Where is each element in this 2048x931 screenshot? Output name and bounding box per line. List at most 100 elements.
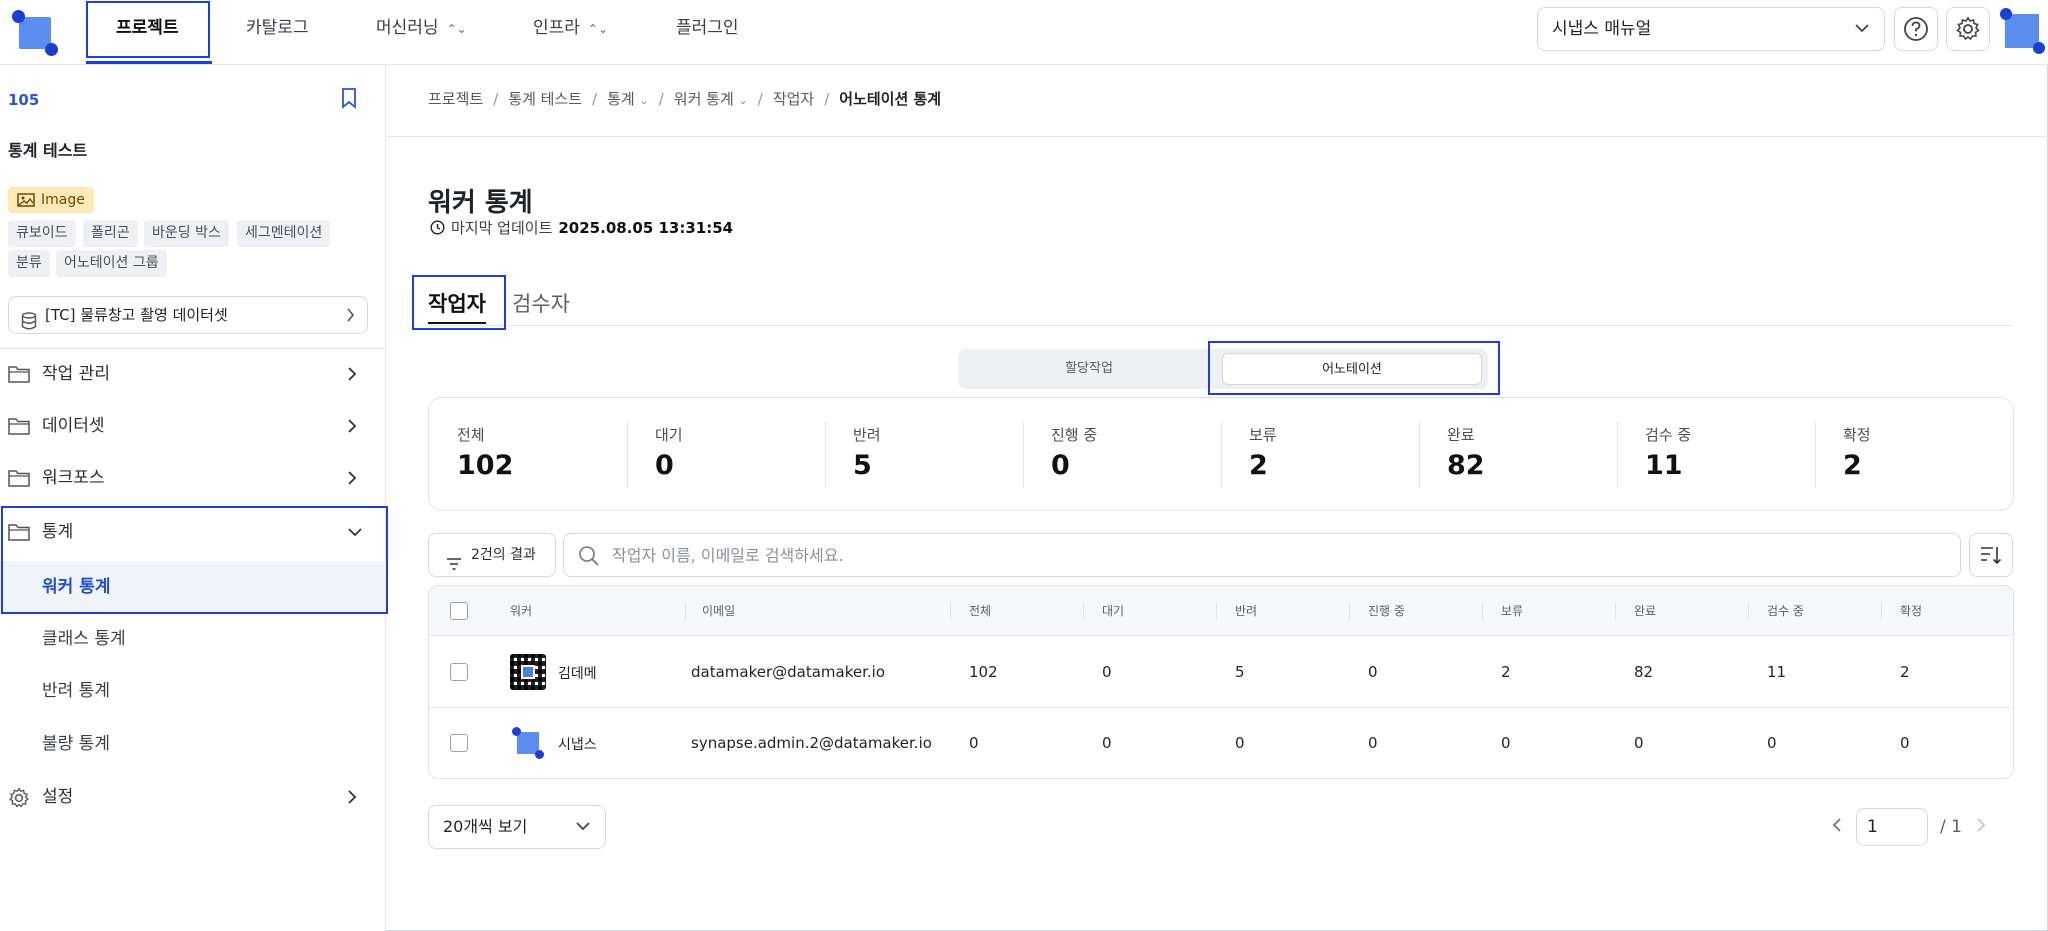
chevron-right-icon bbox=[346, 788, 358, 810]
segment-annotation[interactable]: 어노테이션 bbox=[1222, 353, 1482, 385]
worker-email: datamaker@datamaker.io bbox=[691, 663, 886, 681]
per-page-select[interactable]: 20개씩 보기 bbox=[428, 805, 606, 849]
breadcrumb-project[interactable]: 통계 테스트 bbox=[508, 88, 582, 109]
column-header-rejected[interactable]: 반려 bbox=[1235, 586, 1257, 636]
row-checkbox[interactable] bbox=[450, 734, 468, 752]
chevron-down-icon: ⌄ bbox=[639, 94, 649, 107]
cell-completed: 0 bbox=[1634, 734, 1644, 752]
sidebar-item-reject-stats[interactable]: 반려 통계 bbox=[0, 665, 386, 717]
sidebar-item-workforce[interactable]: 워크포스 bbox=[0, 452, 386, 504]
column-header-on-hold[interactable]: 보류 bbox=[1501, 586, 1523, 636]
chevron-down-icon: ⌄ bbox=[738, 94, 748, 107]
data-type-badge: Image bbox=[8, 187, 94, 213]
sidebar-item-defect-stats[interactable]: 불량 통계 bbox=[0, 718, 386, 770]
cell-reviewing: 0 bbox=[1767, 734, 1777, 752]
stat-total: 전체 102 bbox=[457, 426, 514, 481]
user-avatar[interactable] bbox=[2000, 8, 2046, 54]
help-icon bbox=[1904, 17, 1928, 41]
bookmark-icon[interactable] bbox=[338, 87, 360, 113]
next-page-button[interactable] bbox=[1974, 815, 1988, 839]
active-nav-underline bbox=[86, 61, 212, 64]
nav-projects[interactable]: 프로젝트 bbox=[116, 0, 179, 58]
tab-reviewer[interactable]: 검수자 bbox=[512, 288, 570, 318]
stat-rejected: 반려 5 bbox=[825, 398, 1023, 512]
sidebar-item-settings[interactable]: 설정 bbox=[0, 771, 386, 823]
tag-segmentation: 세그멘테이션 bbox=[237, 220, 331, 247]
pagination: / 1 bbox=[1830, 808, 1988, 846]
chevron-right-icon bbox=[346, 469, 358, 491]
cell-waiting: 0 bbox=[1102, 663, 1112, 681]
filter-icon bbox=[445, 547, 463, 589]
chevron-left-icon bbox=[1832, 818, 1841, 832]
top-navigation-bar: 프로젝트 카탈로그 머신러닝 ⌃⌄ 인프라 ⌃⌄ 플러그인 시냅스 매뉴얼 bbox=[0, 0, 2048, 65]
column-header-total[interactable]: 전체 bbox=[969, 586, 991, 636]
table-row[interactable]: 김데메 datamaker@datamaker.io 102 0 5 0 2 8… bbox=[429, 637, 2013, 708]
chevron-updown-icon: ⌃⌄ bbox=[587, 22, 609, 36]
folder-icon bbox=[8, 468, 30, 492]
sidebar-item-statistics[interactable]: 통계 bbox=[0, 506, 386, 558]
nav-machine-learning[interactable]: 머신러닝 ⌃⌄ bbox=[376, 0, 467, 58]
page-total: / 1 bbox=[1940, 817, 1962, 837]
worker-table: 워커 이메일 전체 대기 반려 진행 중 보류 완료 검수 중 확정 김데메 d… bbox=[428, 585, 2014, 779]
worker-name: 시냅스 bbox=[558, 737, 597, 753]
dataset-link[interactable]: [TC] 물류창고 촬영 데이터셋 bbox=[8, 296, 368, 334]
breadcrumb-worker-stats[interactable]: 워커 통계 ⌄ bbox=[674, 88, 748, 109]
search-icon bbox=[578, 545, 600, 571]
tab-worker[interactable]: 작업자 bbox=[428, 288, 486, 318]
prev-page-button[interactable] bbox=[1830, 815, 1844, 839]
cell-completed: 82 bbox=[1634, 663, 1654, 681]
select-all-checkbox[interactable] bbox=[450, 602, 468, 620]
app-logo[interactable] bbox=[12, 10, 58, 56]
active-tab-underline bbox=[428, 322, 486, 324]
column-header-completed[interactable]: 완료 bbox=[1634, 586, 1656, 636]
nav-infra[interactable]: 인프라 ⌃⌄ bbox=[533, 0, 608, 58]
cell-on-hold: 2 bbox=[1501, 663, 1511, 681]
column-header-confirmed[interactable]: 확정 bbox=[1900, 586, 1922, 636]
folder-icon bbox=[8, 364, 30, 388]
help-button[interactable] bbox=[1894, 7, 1938, 51]
worker-avatar bbox=[510, 654, 546, 690]
chevron-right-icon bbox=[346, 417, 358, 439]
stat-reviewing: 검수 중 11 bbox=[1617, 398, 1815, 512]
nav-catalog[interactable]: 카탈로그 bbox=[246, 0, 309, 58]
segment-assigned-tasks[interactable]: 할당작업 bbox=[958, 349, 1220, 389]
project-name: 통계 테스트 bbox=[8, 141, 88, 160]
sort-button[interactable] bbox=[1969, 533, 2013, 577]
sidebar-item-datasets[interactable]: 데이터셋 bbox=[0, 400, 386, 452]
chevron-down-icon bbox=[346, 523, 364, 545]
view-segment-control: 할당작업 어노테이션 bbox=[958, 349, 1488, 389]
row-checkbox[interactable] bbox=[450, 663, 468, 681]
stats-summary: 전체 102 대기 0 반려 5 진행 중0 보류 2 완료 82 검수 중 11 확정 2 bbox=[428, 397, 2014, 511]
gear-icon bbox=[8, 787, 30, 813]
project-id: 105 bbox=[8, 91, 40, 109]
sidebar-item-worker-stats[interactable]: 워커 통계 bbox=[0, 561, 386, 613]
table-row[interactable]: 시냅스 synapse.admin.2@datamaker.io 0 0 0 0… bbox=[429, 708, 2013, 778]
cell-confirmed: 0 bbox=[1900, 734, 1910, 752]
role-tabs: 작업자 검수자 bbox=[428, 280, 2014, 326]
breadcrumb-worker[interactable]: 작업자 bbox=[773, 88, 814, 109]
filter-button[interactable]: 2건의 결과 bbox=[428, 533, 556, 577]
settings-button[interactable] bbox=[1946, 7, 1990, 51]
column-header-reviewing[interactable]: 검수 중 bbox=[1767, 586, 1804, 636]
chevron-right-icon bbox=[346, 365, 358, 387]
search-input[interactable] bbox=[612, 534, 1912, 576]
column-header-in-progress[interactable]: 진행 중 bbox=[1368, 586, 1405, 636]
sidebar: 105 통계 테스트 Image 큐보이드 폴리곤 바운딩 박스 세그멘테이션 … bbox=[0, 65, 388, 931]
manual-select[interactable]: 시냅스 매뉴얼 bbox=[1537, 7, 1885, 51]
clock-icon bbox=[430, 220, 445, 235]
search-box bbox=[563, 533, 1961, 577]
column-header-worker[interactable]: 워커 bbox=[510, 586, 532, 636]
image-icon bbox=[17, 193, 35, 207]
tag-classification: 분류 bbox=[8, 250, 50, 277]
stat-on-hold: 보류 2 bbox=[1221, 398, 1419, 512]
column-header-waiting[interactable]: 대기 bbox=[1102, 586, 1124, 636]
cell-rejected: 5 bbox=[1235, 663, 1245, 681]
breadcrumb-projects[interactable]: 프로젝트 bbox=[428, 88, 483, 109]
stat-waiting: 대기 0 bbox=[627, 398, 825, 512]
breadcrumb-statistics[interactable]: 통계 ⌄ bbox=[607, 88, 649, 109]
page-number-input[interactable] bbox=[1856, 808, 1928, 846]
nav-plugins[interactable]: 플러그인 bbox=[676, 0, 739, 58]
sidebar-item-class-stats[interactable]: 클래스 통계 bbox=[0, 613, 386, 665]
column-header-email[interactable]: 이메일 bbox=[702, 586, 735, 636]
sidebar-item-task-management[interactable]: 작업 관리 bbox=[0, 348, 386, 400]
